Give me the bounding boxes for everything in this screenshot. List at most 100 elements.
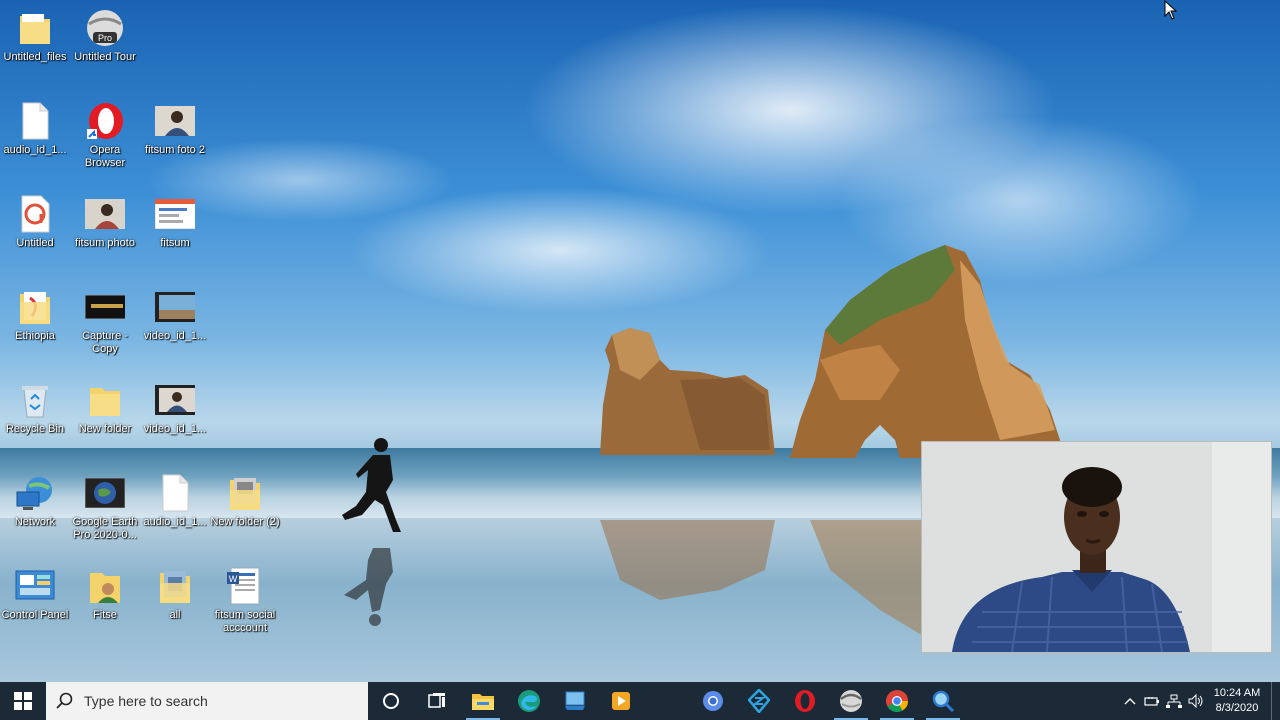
folder-icon bbox=[155, 566, 195, 606]
taskbar-remote-desktop[interactable] bbox=[552, 682, 598, 720]
chromium-icon bbox=[703, 691, 723, 711]
media-player-icon bbox=[612, 692, 630, 710]
opera-icon bbox=[85, 101, 125, 141]
document-icon: W bbox=[225, 566, 265, 606]
desktop-icon-google-earth-pro-image[interactable]: Google Earth Pro 2020-0... bbox=[70, 473, 140, 542]
video-thumbnail-icon bbox=[155, 380, 195, 420]
search-input[interactable] bbox=[82, 692, 356, 710]
desktop-icon-label: fitsum photo bbox=[75, 237, 135, 249]
desktop-icon-recycle-bin[interactable]: Recycle Bin bbox=[0, 380, 70, 436]
recycle-bin-icon bbox=[15, 380, 55, 420]
google-earth-icon bbox=[840, 690, 862, 712]
folder-icon bbox=[85, 380, 125, 420]
user-folder-icon bbox=[85, 566, 125, 606]
desktop-icon-ethiopia[interactable]: Ethiopia bbox=[0, 287, 70, 343]
desktop-icon-untitled-files[interactable]: Untitled_files bbox=[0, 8, 70, 64]
taskbar-file-explorer[interactable] bbox=[460, 682, 506, 720]
sourcetree-icon bbox=[748, 689, 770, 713]
desktop-icon-label: video_id_1... bbox=[143, 423, 207, 435]
desktop-icon-label: Untitled bbox=[16, 237, 54, 249]
mouse-cursor bbox=[1164, 0, 1178, 20]
desktop-icon-label: Opera Browser bbox=[84, 144, 126, 169]
screenshot-thumbnail-icon bbox=[155, 194, 195, 234]
taskbar-chrome[interactable] bbox=[874, 682, 920, 720]
desktop-icon-video-1[interactable]: video_id_1... bbox=[140, 287, 210, 343]
task-view-button[interactable] bbox=[414, 682, 460, 720]
google-earth-pro-icon: Pro bbox=[85, 8, 125, 48]
google-earth-image-icon bbox=[85, 473, 125, 513]
clock-time: 10:24 AM bbox=[1213, 687, 1261, 699]
svg-text:Pro: Pro bbox=[98, 33, 112, 43]
desktop-icon-capture-copy[interactable]: Capture - Copy bbox=[70, 287, 140, 356]
remote-desktop-icon bbox=[565, 691, 585, 710]
file-icon bbox=[155, 473, 195, 513]
app-file-icon bbox=[15, 194, 55, 234]
desktop-icon-audio-file-2[interactable]: audio_id_1... bbox=[140, 473, 210, 529]
speaker-icon bbox=[1188, 694, 1203, 708]
desktop-icon-video-2[interactable]: video_id_1... bbox=[140, 380, 210, 436]
webcam-overlay bbox=[921, 441, 1272, 653]
system-tray: 10:24 AM 8/3/2020 bbox=[1119, 682, 1280, 720]
webcam-presenter-image bbox=[922, 442, 1271, 652]
folder-icon bbox=[225, 473, 265, 513]
magnifier-icon bbox=[932, 690, 955, 713]
start-button[interactable] bbox=[0, 682, 46, 720]
desktop-icon-all[interactable]: all bbox=[140, 566, 210, 622]
desktop-icon-label: Capture - Copy bbox=[82, 330, 128, 355]
desktop[interactable]: Untitled_files Pro Untitled Tour audio_i… bbox=[0, 0, 1280, 682]
desktop-icon-untitled-tour[interactable]: Pro Untitled Tour bbox=[70, 8, 140, 64]
desktop-icon-control-panel[interactable]: Control Panel bbox=[0, 566, 70, 622]
volume-button[interactable] bbox=[1185, 682, 1207, 720]
desktop-icon-label: New folder (2) bbox=[210, 516, 280, 528]
ethernet-icon bbox=[1166, 694, 1182, 708]
desktop-icon-label: Ethiopia bbox=[15, 330, 55, 342]
image-thumbnail-icon bbox=[85, 287, 125, 327]
file-explorer-icon bbox=[472, 694, 494, 710]
desktop-icon-fitsum-foto-2[interactable]: fitsum foto 2 bbox=[140, 101, 210, 157]
desktop-icon-label: New folder bbox=[78, 423, 132, 435]
taskbar-edge[interactable] bbox=[506, 682, 552, 720]
desktop-icon-opera-browser[interactable]: Opera Browser bbox=[70, 101, 140, 170]
desktop-icon-fitsum-photo[interactable]: fitsum photo bbox=[70, 194, 140, 250]
photo-thumbnail-icon bbox=[155, 101, 195, 141]
taskbar-media-player[interactable] bbox=[598, 682, 644, 720]
show-hidden-icons-button[interactable] bbox=[1119, 682, 1141, 720]
taskbar-magnifier[interactable] bbox=[920, 682, 966, 720]
desktop-icon-network[interactable]: Network bbox=[0, 473, 70, 529]
desktop-icon-new-folder-2[interactable]: New folder (2) bbox=[210, 473, 280, 529]
desktop-icon-untitled[interactable]: Untitled bbox=[0, 194, 70, 250]
desktop-icon-new-folder[interactable]: New folder bbox=[70, 380, 140, 436]
desktop-icon-audio-file[interactable]: audio_id_1... bbox=[0, 101, 70, 157]
folder-icon bbox=[15, 287, 55, 327]
desktop-icon-label: audio_id_1... bbox=[143, 516, 207, 528]
chrome-icon bbox=[886, 690, 908, 712]
desktop-icon-fitse[interactable]: Fitse bbox=[70, 566, 140, 622]
taskbar-google-earth[interactable] bbox=[828, 682, 874, 720]
svg-text:W: W bbox=[229, 574, 238, 584]
show-desktop-button[interactable] bbox=[1271, 682, 1280, 720]
taskbar-opera[interactable] bbox=[782, 682, 828, 720]
taskbar-clock[interactable]: 10:24 AM 8/3/2020 bbox=[1207, 686, 1267, 716]
desktop-icon-fitsum[interactable]: fitsum bbox=[140, 194, 210, 250]
taskbar-search-box[interactable] bbox=[46, 682, 368, 720]
desktop-icon-label: Untitled Tour bbox=[74, 51, 136, 63]
taskbar-chromium[interactable] bbox=[690, 682, 736, 720]
battery-status-button[interactable] bbox=[1141, 682, 1163, 720]
desktop-icon-label: audio_id_1... bbox=[3, 144, 67, 156]
task-view-icon bbox=[428, 693, 445, 708]
desktop-icon-label: fitsum bbox=[160, 237, 190, 249]
desktop-icon-fitsum-social-account[interactable]: W fitsum social acccount bbox=[210, 566, 280, 635]
folder-icon bbox=[15, 8, 55, 48]
search-icon bbox=[56, 692, 73, 709]
cortana-button[interactable] bbox=[368, 682, 414, 720]
desktop-icon-label: video_id_1... bbox=[143, 330, 207, 342]
windows-logo-icon bbox=[14, 692, 32, 710]
taskbar-sourcetree[interactable] bbox=[736, 682, 782, 720]
desktop-icon-label: fitsum foto 2 bbox=[145, 144, 205, 156]
desktop-icon-label: fitsum social acccount bbox=[214, 609, 276, 634]
battery-plug-icon bbox=[1144, 697, 1159, 706]
edge-icon bbox=[518, 690, 540, 712]
network-status-button[interactable] bbox=[1163, 682, 1185, 720]
photo-thumbnail-icon bbox=[85, 194, 125, 234]
chevron-up-icon bbox=[1124, 698, 1136, 705]
